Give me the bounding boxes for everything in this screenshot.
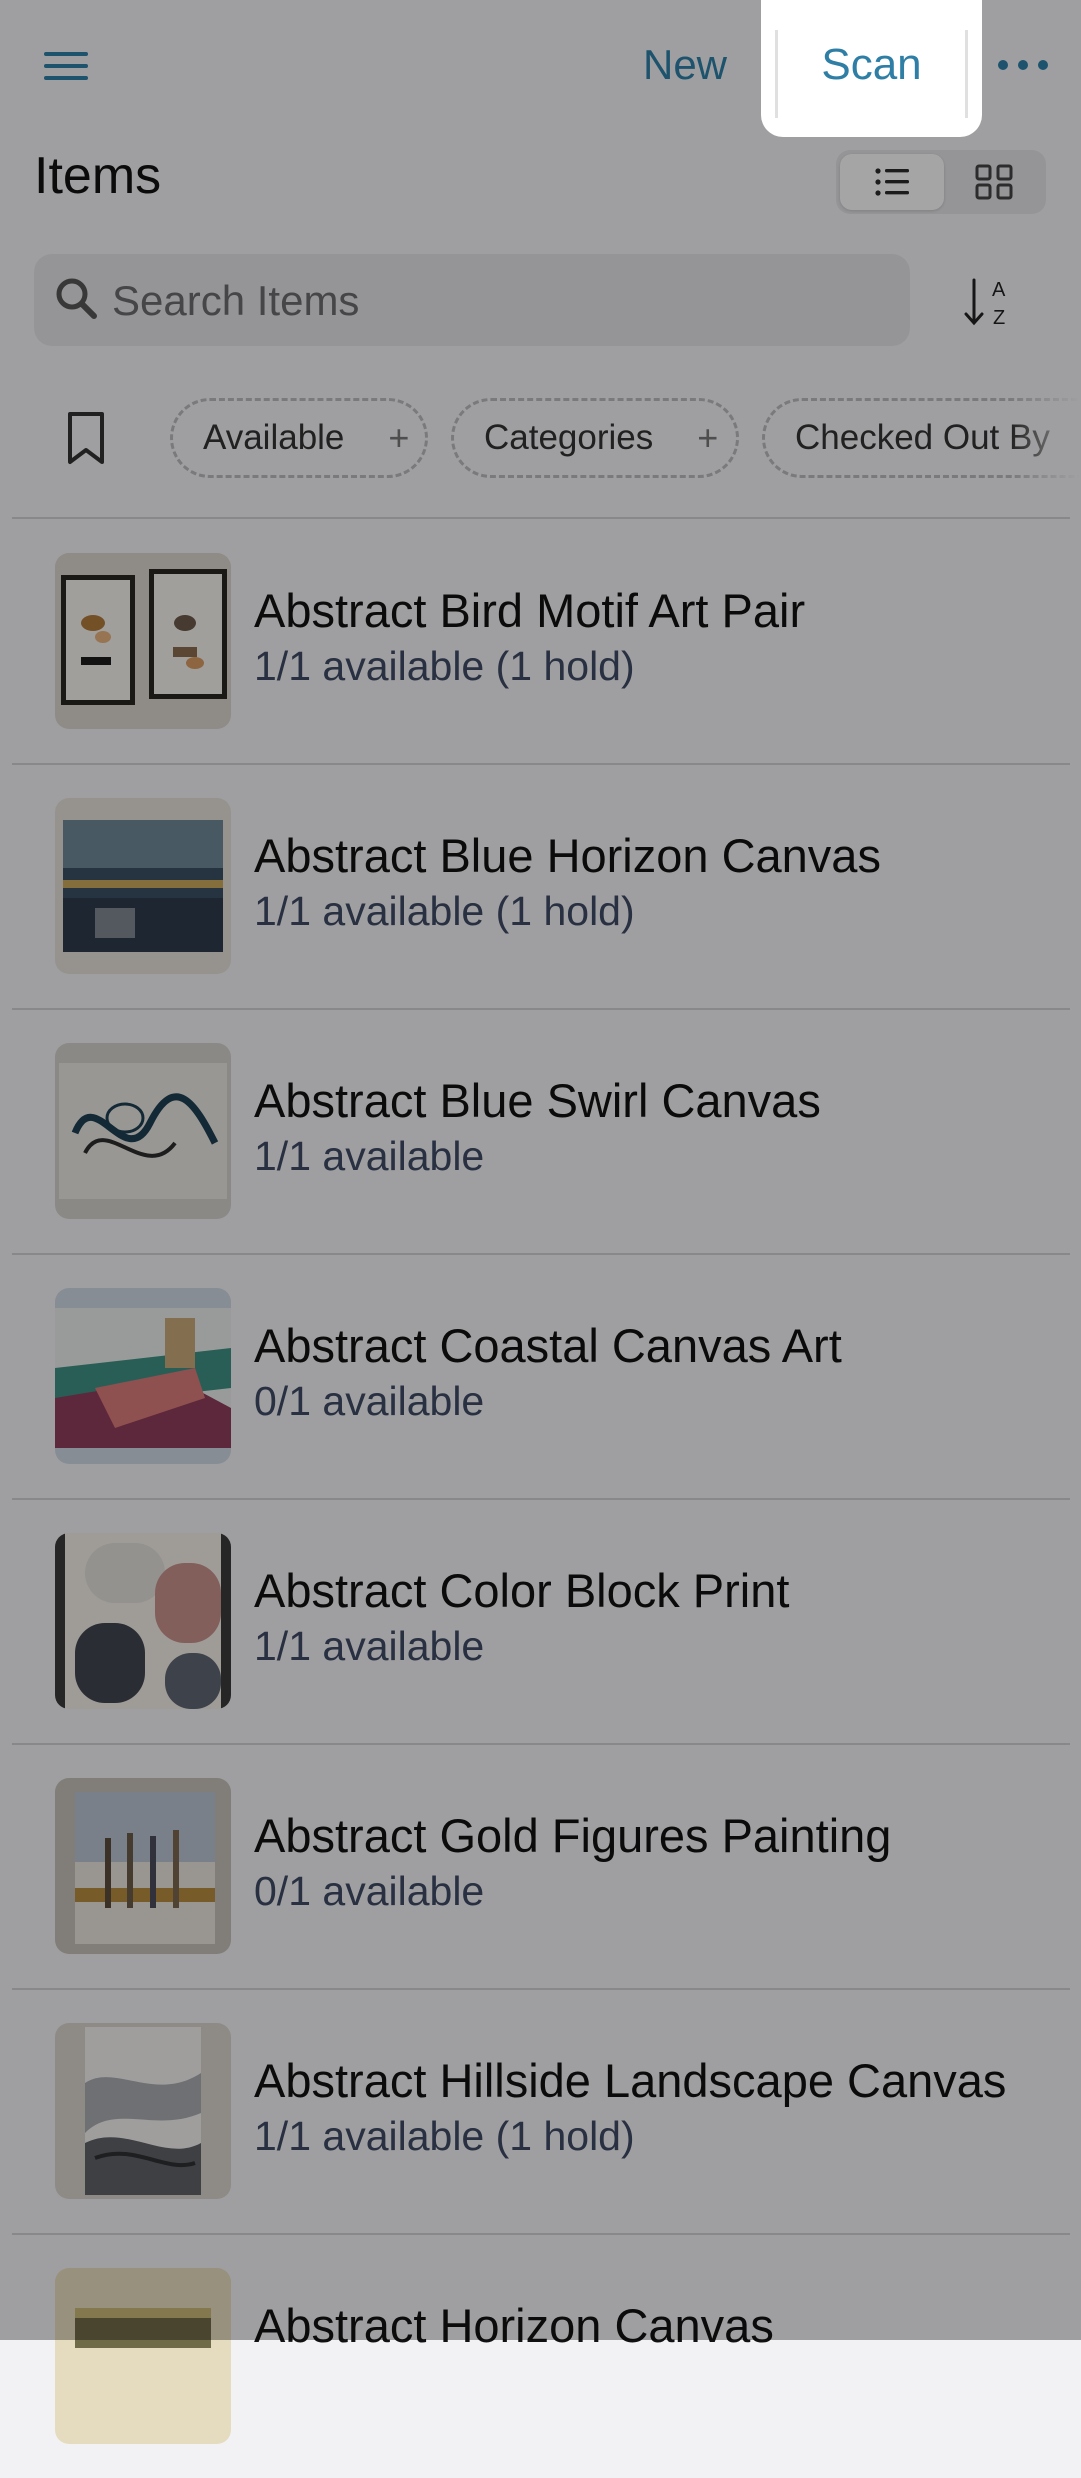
item-title: Abstract Bird Motif Art Pair bbox=[254, 584, 806, 637]
item-availability: 1/1 available bbox=[254, 1133, 485, 1179]
item-title: Abstract Blue Swirl Canvas bbox=[254, 1074, 821, 1127]
list-item[interactable]: Abstract Bird Motif Art Pair 1/1 availab… bbox=[0, 519, 1081, 763]
list-item[interactable]: Abstract Blue Horizon Canvas 1/1 availab… bbox=[0, 764, 1081, 1008]
item-title: Abstract Coastal Canvas Art bbox=[254, 1319, 842, 1372]
chip-label: Available bbox=[203, 418, 345, 457]
page-title: Items bbox=[34, 147, 162, 205]
svg-text:A: A bbox=[992, 279, 1006, 301]
item-thumbnail bbox=[55, 1043, 231, 1219]
svg-text:Z: Z bbox=[993, 307, 1005, 329]
grid-view-icon bbox=[975, 164, 1013, 200]
spotlight-edge bbox=[775, 30, 778, 118]
list-item[interactable]: Abstract Horizon Canvas bbox=[0, 2234, 1081, 2478]
item-availability: 1/1 available (1 hold) bbox=[254, 2113, 635, 2159]
list-item[interactable]: Abstract Blue Swirl Canvas 1/1 available bbox=[0, 1009, 1081, 1253]
filter-chip-categories[interactable]: Categories + bbox=[451, 398, 739, 478]
list-item[interactable]: Abstract Hillside Landscape Canvas 1/1 a… bbox=[0, 1989, 1081, 2233]
item-thumbnail bbox=[55, 2023, 231, 2199]
item-availability: 1/1 available bbox=[254, 1623, 485, 1669]
item-availability: 0/1 available bbox=[254, 1378, 485, 1424]
list-view-button[interactable] bbox=[840, 154, 944, 210]
item-availability: 0/1 available bbox=[254, 1868, 485, 1914]
item-title: Abstract Hillside Landscape Canvas bbox=[254, 2054, 1007, 2107]
item-title: Abstract Color Block Print bbox=[254, 1564, 790, 1617]
item-title: Abstract Blue Horizon Canvas bbox=[254, 829, 881, 882]
filter-chip-available[interactable]: Available + bbox=[170, 398, 428, 478]
search-icon bbox=[56, 278, 97, 319]
grid-view-button[interactable] bbox=[946, 154, 1042, 210]
list-item[interactable]: Abstract Color Block Print 1/1 available bbox=[0, 1499, 1081, 1743]
spotlight-edge bbox=[965, 30, 968, 118]
item-title: Abstract Horizon Canvas bbox=[254, 2299, 774, 2352]
item-thumbnail bbox=[55, 1288, 231, 1464]
search-input[interactable] bbox=[110, 254, 894, 348]
more-horizontal-icon[interactable] bbox=[998, 50, 1048, 80]
item-thumbnail bbox=[55, 2268, 231, 2444]
item-thumbnail bbox=[55, 798, 231, 974]
list-item[interactable]: Abstract Gold Figures Painting 0/1 avail… bbox=[0, 1744, 1081, 1988]
scan-spotlight: Scan bbox=[761, 0, 982, 137]
hamburger-menu-icon[interactable] bbox=[44, 46, 90, 86]
sort-alpha-icon[interactable]: A Z bbox=[962, 272, 1018, 332]
plus-icon[interactable]: + bbox=[675, 417, 736, 459]
item-thumbnail bbox=[55, 1778, 231, 1954]
list-view-icon bbox=[875, 168, 909, 196]
item-thumbnail bbox=[55, 553, 231, 729]
bookmark-icon[interactable] bbox=[66, 410, 106, 466]
chip-label: Categories bbox=[484, 418, 654, 457]
item-availability: 1/1 available (1 hold) bbox=[254, 643, 635, 689]
item-title: Abstract Gold Figures Painting bbox=[254, 1809, 892, 1862]
list-item[interactable]: Abstract Coastal Canvas Art 0/1 availabl… bbox=[0, 1254, 1081, 1498]
plus-icon[interactable]: + bbox=[366, 417, 425, 459]
view-toggle bbox=[836, 150, 1046, 214]
scan-button[interactable]: Scan bbox=[781, 0, 962, 130]
chip-scroll-fade bbox=[1010, 398, 1081, 478]
search-box bbox=[34, 254, 910, 348]
item-availability: 1/1 available (1 hold) bbox=[254, 888, 635, 934]
new-button[interactable]: New bbox=[620, 30, 750, 100]
item-thumbnail bbox=[55, 1533, 231, 1709]
